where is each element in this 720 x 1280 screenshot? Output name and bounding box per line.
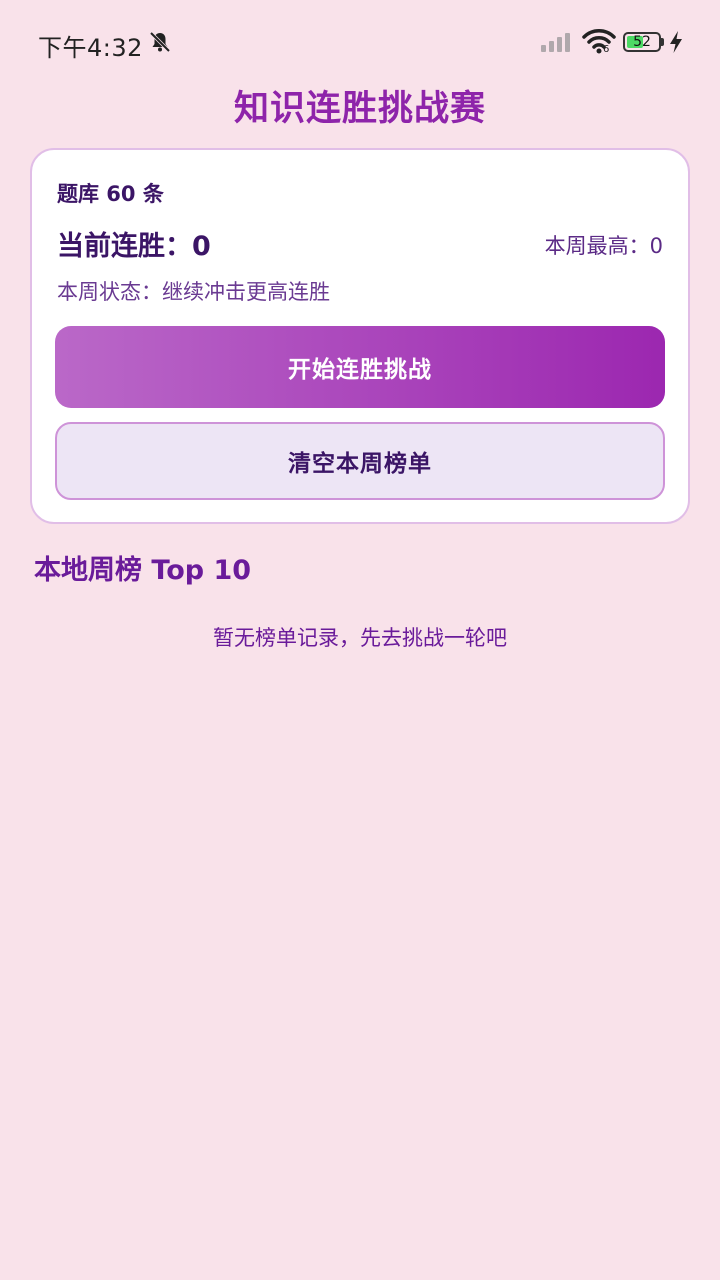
weekly-best: 本周最高：0 [544, 234, 663, 258]
wifi-icon [582, 29, 616, 54]
page-title: 知识连胜挑战赛 [233, 89, 486, 129]
clear-leaderboard-button[interactable]: 清空本周榜单 [55, 422, 665, 500]
wifi-standard-label: 6 [603, 44, 610, 55]
question-bank-count: 题库 60 条 [57, 182, 164, 206]
week-status: 本周状态：继续冲击更高连胜 [57, 280, 330, 304]
signal-icon [541, 33, 570, 52]
battery-percent: 52 [633, 34, 651, 50]
bell-off-icon [149, 31, 171, 53]
current-streak: 当前连胜：0 [57, 231, 211, 262]
challenge-card: 题库 60 条 当前连胜：0 本周最高：0 本周状态：继续冲击更高连胜 开始连胜… [30, 148, 690, 524]
battery-tip [661, 38, 664, 46]
leaderboard-title: 本地周榜 Top 10 [34, 555, 252, 586]
status-bar: 下午4:32 6 52 [0, 0, 720, 84]
battery-icon: 52 [623, 32, 661, 52]
status-time: 下午4:32 [38, 34, 143, 62]
start-challenge-button[interactable]: 开始连胜挑战 [55, 326, 665, 408]
leaderboard-empty-text: 暂无榜单记录，先去挑战一轮吧 [213, 626, 507, 650]
charging-icon [670, 31, 682, 53]
